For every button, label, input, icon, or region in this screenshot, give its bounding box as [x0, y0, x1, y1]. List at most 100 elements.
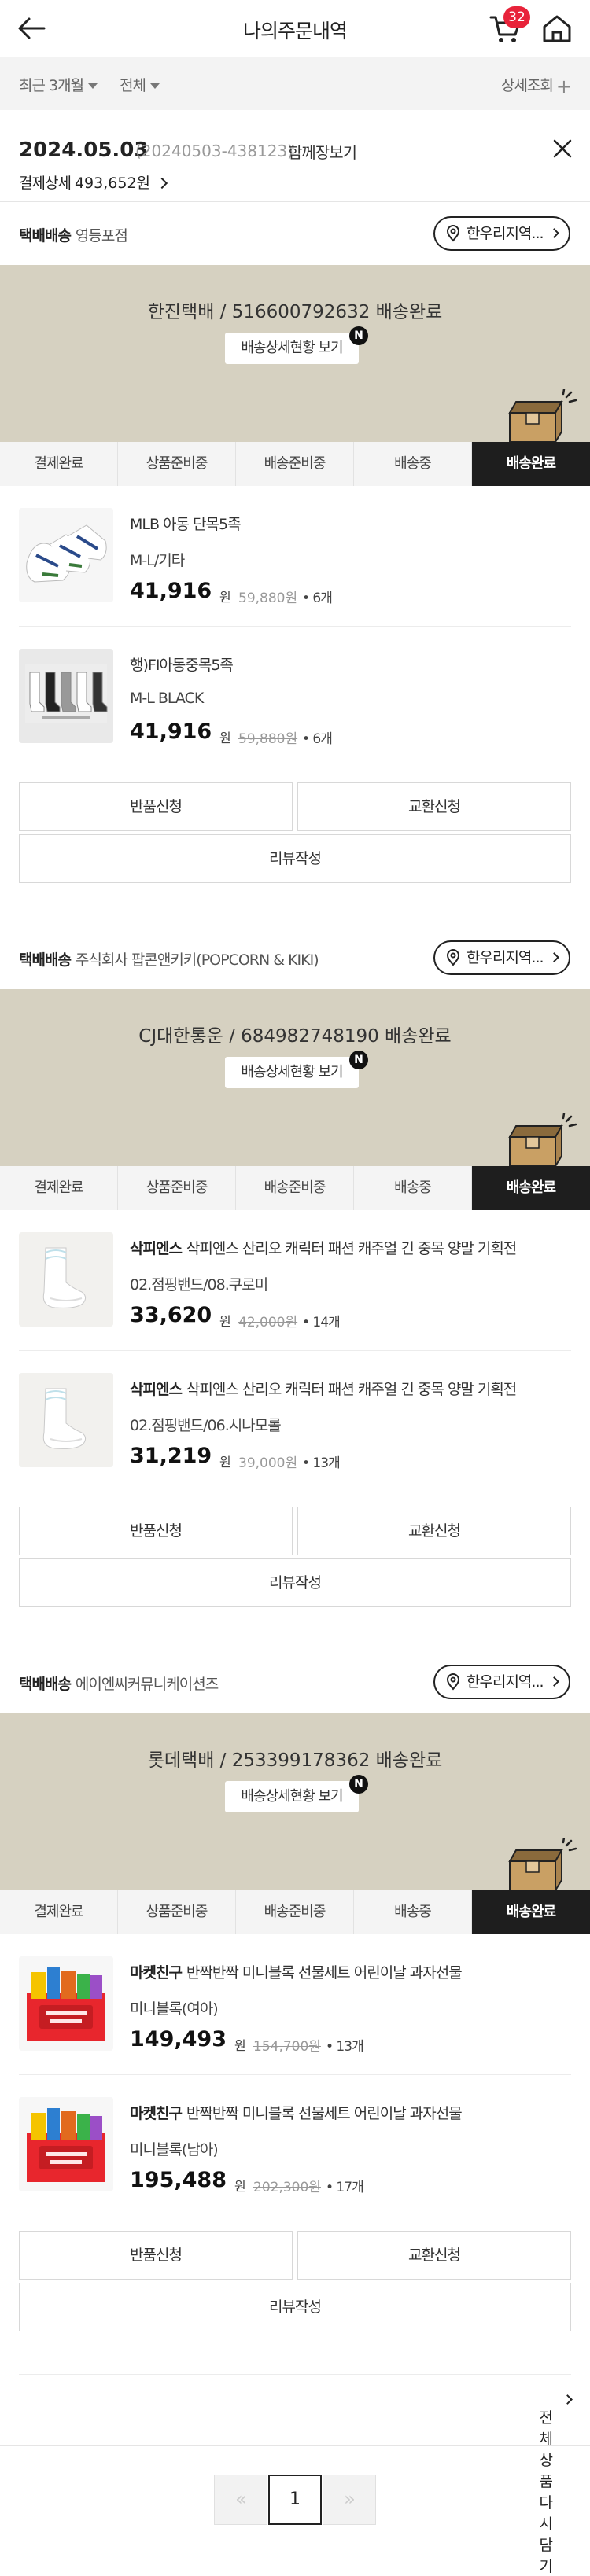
delivery-group: 택배배송 주식회사 팝콘앤키키(POPCORN & KIKI) 한우리지역... … — [0, 926, 590, 1650]
payment-detail-link[interactable]: 결제상세 493,652원 — [19, 171, 168, 193]
product-price: 41,916 — [130, 579, 212, 603]
nearby-store-button[interactable]: 한우리지역... — [433, 940, 570, 975]
group-header: 택배배송 주식회사 팝콘앤키키(POPCORN & KIKI) 한우리지역... — [0, 926, 590, 989]
period-filter[interactable]: 최근 3개월 — [19, 74, 98, 95]
order-item[interactable]: MLB 아동 단목5족 M-L/기타 41,916 원 59,880원 • 6개 — [0, 486, 590, 626]
product-name: 삭피엔스 산리오 캐릭터 패션 캐주얼 긴 중목 양말 기획전 — [186, 1381, 517, 1398]
exchange-request-button[interactable]: 교환신청 — [297, 2231, 571, 2280]
delivery-step: 결제완료 — [0, 1166, 118, 1210]
order-item[interactable]: 행)FI아동중목5족 M-L BLACK 41,916 원 59,880원 • 6개 — [0, 627, 590, 767]
reorder-all-link[interactable]: 전체상품 다시담기 — [540, 2390, 573, 2575]
product-option: 미니블록(여아) — [130, 2000, 219, 2018]
ship-together-link[interactable]: 함께장보기 — [288, 140, 357, 163]
action-buttons: 반품신청 교환신청 리뷰작성 — [0, 2215, 590, 2333]
product-name-line: MLB 아동 단목5족 — [130, 513, 242, 534]
delivery-step: 배송준비중 — [236, 1166, 354, 1210]
product-quantity: • 13개 — [326, 2039, 364, 2055]
prev-page-button[interactable]: « — [214, 2475, 267, 2525]
order-number: (20240503-438123) — [135, 142, 293, 160]
write-review-button[interactable]: 리뷰작성 — [19, 834, 571, 883]
group-header: 택배배송 영등포점 한우리지역... — [0, 202, 590, 265]
tracking-status: CJ대한통운 / 684982748190 배송완료 — [138, 1026, 452, 1047]
home-icon[interactable] — [541, 13, 573, 44]
product-name: 행)FI아동중목5족 — [130, 657, 234, 674]
exchange-request-button[interactable]: 교환신청 — [297, 782, 571, 831]
product-name-line: 삭피엔스 삭피엔스 산리오 캐릭터 패션 캐주얼 긴 중목 양말 기획전 — [130, 1237, 517, 1258]
delivery-step: 배송완료 — [472, 1890, 590, 1934]
detail-search-button[interactable]: 상세조회 + — [500, 74, 572, 98]
chevron-right-icon — [549, 228, 559, 238]
product-option: M-L BLACK — [130, 690, 204, 707]
product-option: 02.점핑밴드/06.시나모롤 — [130, 1417, 282, 1434]
seller-name: 에이엔씨커뮤니케이션즈 — [75, 1676, 219, 1693]
new-badge: N — [349, 326, 368, 345]
product-name: 반짝반짝 미니블록 선물세트 어린이날 과자선물 — [186, 2105, 463, 2122]
type-filter[interactable]: 전체 — [120, 74, 160, 95]
delivery-step: 배송준비중 — [236, 442, 354, 486]
delivery-step: 결제완료 — [0, 442, 118, 486]
order-header: 2024.05.03 (20240503-438123) 함께장보기 결제상세 … — [0, 123, 590, 201]
delivery-step: 결제완료 — [0, 1890, 118, 1934]
tracking-detail-button[interactable]: 배송상세현황 보기 — [225, 1781, 359, 1812]
nearby-store-button[interactable]: 한우리지역... — [433, 216, 570, 251]
delivery-step: 배송중 — [354, 442, 472, 486]
product-price: 33,620 — [130, 1303, 212, 1327]
product-image[interactable] — [19, 1956, 113, 2051]
reorder-row: 전체상품 다시담기 — [0, 2375, 590, 2575]
currency-unit: 원 — [219, 1314, 231, 1329]
order-item[interactable]: 마켓친구 반짝반짝 미니블록 선물세트 어린이날 과자선물 미니블록(남아) 195,… — [0, 2075, 590, 2215]
product-option: 02.점핑밴드/08.쿠로미 — [130, 1276, 268, 1294]
caret-down-icon — [149, 83, 160, 89]
product-name: 삭피엔스 산리오 캐릭터 패션 캐주얼 긴 중목 양말 기획전 — [186, 1240, 517, 1257]
return-request-button[interactable]: 반품신청 — [19, 1507, 293, 1555]
product-image[interactable] — [19, 1232, 113, 1327]
currency-unit: 원 — [234, 2038, 246, 2053]
order-item[interactable]: 삭피엔스 삭피엔스 산리오 캐릭터 패션 캐주얼 긴 중목 양말 기획전 02.점핑… — [0, 1351, 590, 1491]
product-image[interactable] — [19, 1373, 113, 1467]
chevron-right-icon — [156, 177, 168, 190]
return-request-button[interactable]: 반품신청 — [19, 782, 293, 831]
page-number-current[interactable]: 1 — [268, 2475, 322, 2525]
order-item[interactable]: 삭피엔스 삭피엔스 산리오 캐릭터 패션 캐주얼 긴 중목 양말 기획전 02.점핑… — [0, 1210, 590, 1350]
payment-amount: 493,652원 — [74, 175, 151, 192]
product-image[interactable] — [19, 508, 113, 602]
delivery-group: 택배배송 에이엔씨커뮤니케이션즈 한우리지역... 롯데택배 / 25339917… — [0, 1650, 590, 2375]
write-review-button[interactable]: 리뷰작성 — [19, 1558, 571, 1607]
next-page-button[interactable]: » — [323, 2475, 376, 2525]
tracking-status: 한진택배 / 516600792632 배송완료 — [147, 302, 443, 322]
nearby-store-button[interactable]: 한우리지역... — [433, 1665, 570, 1699]
action-buttons: 반품신청 교환신청 리뷰작성 — [0, 1491, 590, 1609]
product-image[interactable] — [19, 649, 113, 743]
delivery-step: 배송완료 — [472, 1166, 590, 1210]
delivery-type: 택배배송 — [19, 1676, 72, 1693]
divider — [0, 2445, 590, 2446]
original-price: 42,000원 — [238, 1315, 298, 1330]
tracking-detail-button[interactable]: 배송상세현황 보기 — [225, 333, 359, 364]
delivery-step: 배송완료 — [472, 442, 590, 486]
exchange-request-button[interactable]: 교환신청 — [297, 1507, 571, 1555]
location-pin-icon — [446, 1673, 460, 1691]
delivery-box-icon — [508, 389, 577, 442]
original-price: 59,880원 — [238, 591, 298, 606]
detail-search-label: 상세조회 — [500, 77, 554, 94]
write-review-button[interactable]: 리뷰작성 — [19, 2283, 571, 2331]
pagination: « 1 » — [0, 2475, 590, 2525]
product-quantity: • 14개 — [302, 1315, 341, 1330]
product-quantity: • 17개 — [326, 2180, 364, 2195]
close-icon[interactable] — [552, 138, 573, 159]
tracking-detail-button[interactable]: 배송상세현황 보기 — [225, 1057, 359, 1088]
delivery-group: 택배배송 영등포점 한우리지역... 한진택배 / 516600792632 배송… — [0, 202, 590, 926]
product-name-line: 삭피엔스 삭피엔스 산리오 캐릭터 패션 캐주얼 긴 중목 양말 기획전 — [130, 1378, 517, 1399]
currency-unit: 원 — [219, 1455, 231, 1470]
delivery-step: 상품준비중 — [118, 442, 236, 486]
caret-down-icon — [88, 83, 98, 89]
delivery-steps: 결제완료 상품준비중 배송준비중 배송중 배송완료 — [0, 1890, 590, 1934]
return-request-button[interactable]: 반품신청 — [19, 2231, 293, 2280]
order-item[interactable]: 마켓친구 반짝반짝 미니블록 선물세트 어린이날 과자선물 미니블록(여아) 149,… — [0, 1934, 590, 2074]
new-badge: N — [349, 1775, 368, 1794]
tracking-banner: 롯데택배 / 253399178362 배송완료 배송상세현황 보기 N — [0, 1713, 590, 1890]
product-image[interactable] — [19, 2097, 113, 2191]
seller-name: 영등포점 — [75, 227, 128, 245]
